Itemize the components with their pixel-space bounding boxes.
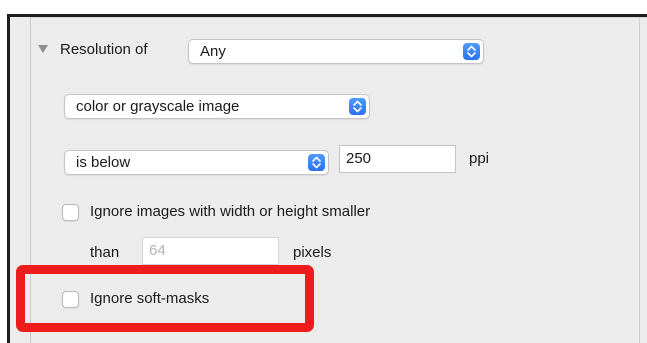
disclosure-triangle-icon[interactable] (38, 45, 48, 53)
resolution-threshold-value: 250 (346, 150, 372, 167)
image-type-select[interactable]: color or grayscale image (64, 94, 370, 119)
ignore-small-images-label[interactable]: Ignore images with width or height small… (90, 202, 370, 222)
ignore-soft-masks-label[interactable]: Ignore soft-masks (90, 289, 209, 309)
section-divider (31, 17, 647, 18)
ppi-unit-label: ppi (469, 150, 490, 167)
ignore-small-images-checkbox[interactable] (62, 204, 79, 221)
min-size-placeholder: 64 (149, 242, 166, 259)
chevron-updown-icon (463, 43, 480, 60)
section-right-border (639, 17, 640, 343)
preferences-screen: Resolution of Any color or grayscale ima… (0, 0, 647, 343)
chevron-updown-icon (308, 154, 325, 171)
than-label: than (90, 244, 120, 261)
min-size-input[interactable]: 64 (142, 237, 279, 265)
chevron-updown-icon (349, 98, 366, 115)
resolution-threshold-input[interactable]: 250 (339, 145, 456, 173)
image-type-value: color or grayscale image (76, 98, 240, 115)
ignore-soft-masks-checkbox[interactable] (62, 291, 79, 308)
resolution-scope-select[interactable]: Any (188, 39, 484, 64)
pixels-unit-label: pixels (293, 244, 332, 261)
comparison-select[interactable]: is below (64, 150, 329, 175)
comparison-value: is below (76, 154, 131, 171)
resolution-scope-value: Any (200, 43, 226, 60)
resolution-label: Resolution of (60, 41, 148, 58)
